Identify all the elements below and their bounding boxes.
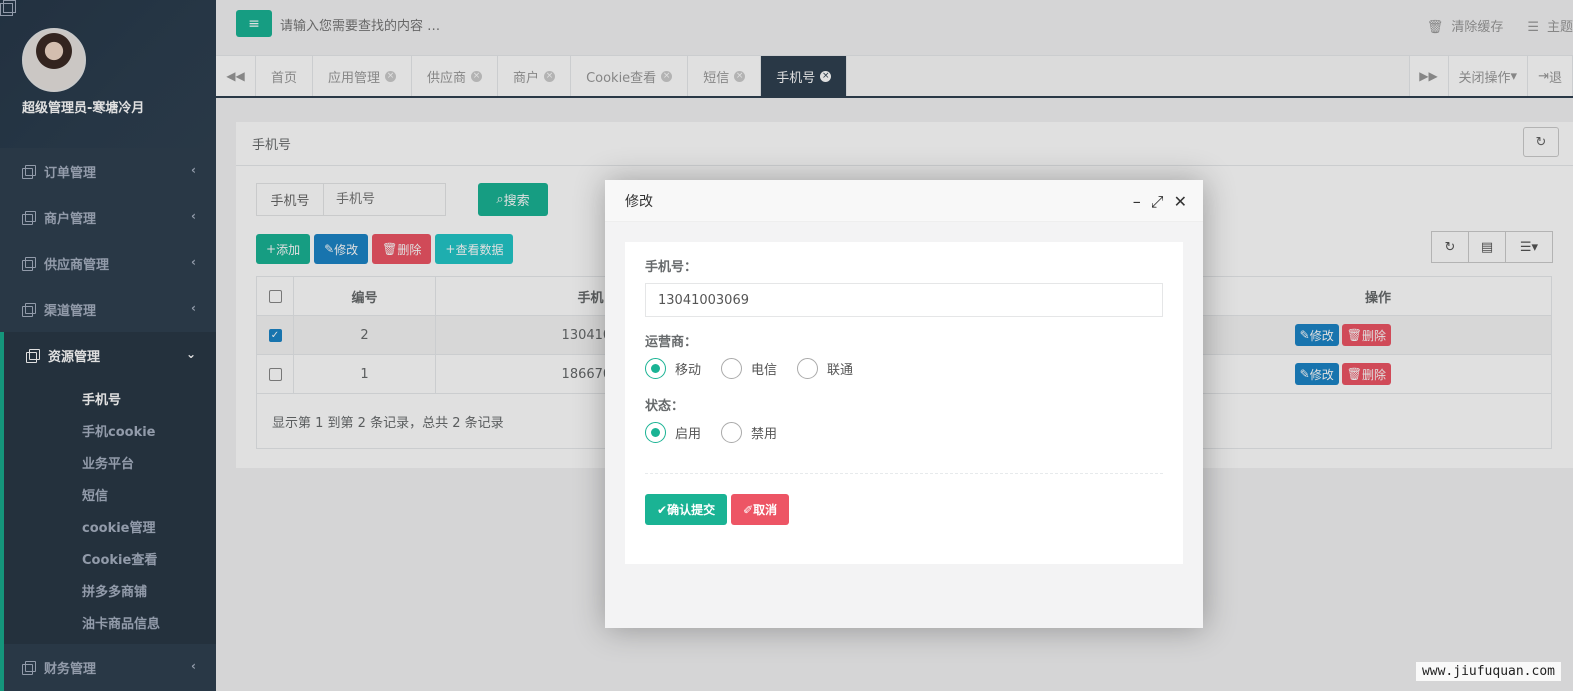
phone-label: 手机号： <box>645 260 698 275</box>
submit-button[interactable]: ✔ 确认提交 <box>645 494 728 525</box>
carrier-radio-group: 移动 电信 联通 <box>645 358 1163 379</box>
status-label: 状态： <box>645 399 685 414</box>
modal-body: 手机号： 运营商： 移动 电信 联通 状态： 启用 禁用 ✔ 确认提交 ✐ 取消 <box>625 242 1183 564</box>
minimize-icon[interactable]: – <box>1133 192 1141 212</box>
watermark: www.jiufuquan.com <box>1415 662 1561 681</box>
carrier-radio-unicom[interactable]: 联通 <box>797 358 853 379</box>
modal-title: 修改 <box>625 193 653 210</box>
check-icon: ✔ <box>657 502 668 517</box>
modal-controls: – ⤢ ✕ <box>1133 192 1187 212</box>
carrier-radio-telecom[interactable]: 电信 <box>721 358 777 379</box>
status-radio-group: 启用 禁用 <box>645 422 1163 443</box>
modal-actions: ✔ 确认提交 ✐ 取消 <box>645 494 1163 525</box>
carrier-radio-mobile[interactable]: 移动 <box>645 358 701 379</box>
status-radio-enabled[interactable]: 启用 <box>645 422 701 443</box>
maximize-icon[interactable]: ⤢ <box>1151 192 1164 212</box>
status-radio-disabled[interactable]: 禁用 <box>721 422 777 443</box>
form-divider <box>645 473 1163 474</box>
eraser-icon: ✐ <box>743 502 754 517</box>
carrier-label: 运营商： <box>645 335 698 350</box>
cancel-button[interactable]: ✐ 取消 <box>731 494 790 525</box>
close-icon[interactable]: ✕ <box>1174 192 1187 212</box>
modal-header: 修改 <box>605 180 1203 222</box>
phone-input[interactable] <box>645 283 1163 317</box>
edit-modal: 修改 – ⤢ ✕ 手机号： 运营商： 移动 电信 联通 状态： 启用 禁用 ✔ … <box>605 180 1203 628</box>
